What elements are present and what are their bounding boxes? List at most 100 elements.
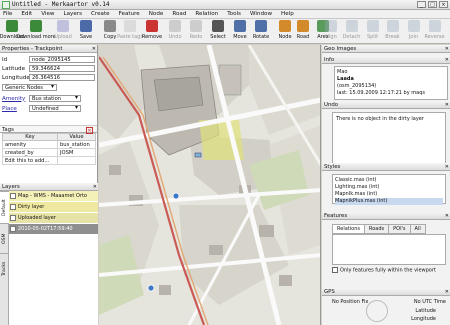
features-filter-checkbox[interactable] [332,267,338,273]
join-icon [407,20,420,32]
features-panel: Features ✕ Relations Roads POI's All Only… [322,212,450,274]
toolbar-label: Break [385,34,400,40]
list-item[interactable]: Lighting.mas (int) [335,184,443,191]
longitude-field[interactable]: 26.364516 [29,74,95,81]
amenity-link[interactable]: Amenity [2,96,29,102]
undo-title: Undo [324,102,339,108]
layer-label: Uploaded layer [18,215,56,221]
layer-item-wms[interactable]: Map - WMS - Maaamet Orto [9,191,98,202]
maximize-icon[interactable]: □ [428,1,437,8]
list-item[interactable]: MapnIk.mas (int) [335,191,443,198]
select-button[interactable]: Select [206,20,230,40]
close-icon[interactable]: × [439,1,448,8]
tab-default[interactable]: Default [0,191,9,223]
detach-button[interactable]: Detach [341,20,362,40]
remove-tag-icon[interactable]: ✕ [86,127,93,134]
menu-file[interactable]: File [3,11,12,17]
reverse-button[interactable]: Reverse [424,20,445,40]
place-link[interactable]: Place [2,106,29,112]
table-row[interactable]: created_by JOSM [2,148,96,157]
layer-visibility-icon[interactable] [10,215,16,221]
map-poi-marker[interactable] [172,192,180,200]
panel-close-icon[interactable]: ✕ [445,163,449,171]
menu-feature[interactable]: Feature [119,11,140,17]
menu-road[interactable]: Road [172,11,186,17]
list-item[interactable]: Classic.mas (int) [335,177,443,184]
menu-layers[interactable]: Layers [64,11,83,17]
panel-close-icon[interactable]: ✕ [445,56,449,64]
map-canvas[interactable] [99,45,321,325]
tags-value-header[interactable]: Value [57,133,96,141]
panel-close-icon[interactable]: ✕ [445,212,449,220]
layer-item-dirty[interactable]: Dirty layer [9,202,98,213]
redo-button[interactable]: Redo [184,20,208,40]
tab-roads[interactable]: Roads [364,224,390,234]
layers-empty-area [9,235,98,325]
latitude-field[interactable]: 59.346624 [29,65,95,72]
tab-tracks[interactable]: Tracks [0,253,9,283]
paste-tags-button[interactable]: Paste tags [117,20,143,40]
layer-visibility-icon[interactable] [10,193,16,199]
tag-value[interactable]: JOSM [57,148,96,157]
gps-title: GPS [324,289,335,295]
menu-view[interactable]: View [41,11,54,17]
layer-item-uploaded[interactable]: Uploaded layer [9,213,98,224]
tags-key-header[interactable]: Key [2,133,58,141]
layer-visibility-icon[interactable] [10,204,16,210]
menu-help[interactable]: Help [281,11,294,17]
save-button[interactable]: Save [74,20,98,40]
map-building [109,165,121,175]
tab-relations[interactable]: Relations [332,224,365,234]
tab-pois[interactable]: POI's [389,224,411,234]
rotate-button[interactable]: Rotate [249,20,273,40]
tab-osm[interactable]: OSM [0,223,9,253]
longitude-row: Longitude 26.364516 [0,73,97,82]
panel-close-icon[interactable]: ✕ [93,183,97,191]
upload-button[interactable]: Upload [51,20,75,40]
preset-select[interactable]: Generic Nodes [2,84,57,91]
minimize-icon[interactable]: _ [417,1,426,8]
layer-visibility-icon[interactable] [10,226,16,232]
layer-label: Map - WMS - Maaamet Orto [18,193,87,199]
menu-edit[interactable]: Edit [21,11,32,17]
align-icon [324,20,337,32]
map-building [209,245,223,255]
menu-create[interactable]: Create [91,11,110,17]
tag-value[interactable] [57,156,96,165]
menu-tools[interactable]: Tools [227,11,241,17]
panel-close-icon[interactable]: ✕ [445,101,449,109]
undo-panel: Undo ✕ There is no object in the dirty la… [322,101,450,164]
amenity-select[interactable]: Bus station [29,95,81,102]
tab-all[interactable]: All [410,224,426,234]
layer-item-download[interactable]: 2010-05-02T17:59:40 download [9,224,98,243]
menu-node[interactable]: Node [149,11,164,17]
toolbar-label: Move [233,34,247,40]
toolbar-label: Undo [168,34,182,40]
id-field[interactable]: node_2095145 [29,56,95,63]
table-row[interactable]: amenity bus_station [2,140,96,149]
preset-row: Generic Nodes [0,82,97,91]
tag-value[interactable]: bus_station [57,140,96,149]
join-button[interactable]: Join [403,20,424,40]
break-button[interactable]: Break [382,20,403,40]
panel-close-icon[interactable]: ✕ [92,45,96,53]
tag-key[interactable]: created_by [2,148,58,157]
tag-key-add[interactable]: Edit this to add... [2,156,58,165]
bus-station-marker[interactable] [194,152,202,158]
download-icon [6,20,18,32]
panel-close-icon[interactable]: ✕ [445,288,449,296]
panel-close-icon[interactable]: ✕ [445,45,449,53]
geo-images-panel: Geo Images ✕ [322,45,450,53]
map-view[interactable] [99,45,321,325]
list-item[interactable]: MapnikPlus.mas (int) [335,198,443,205]
align-button[interactable]: Align [320,20,341,40]
map-poi-marker[interactable] [147,284,155,292]
table-row[interactable]: Edit this to add... [2,156,96,165]
remove-button[interactable]: Remove [140,20,164,40]
download-more-button[interactable]: Download more [16,20,56,40]
tag-key[interactable]: amenity [2,140,58,149]
menu-window[interactable]: Window [250,11,272,17]
menu-relation[interactable]: Relation [195,11,218,17]
place-select[interactable]: Undefined [29,105,81,112]
split-button[interactable]: Split [362,20,383,40]
